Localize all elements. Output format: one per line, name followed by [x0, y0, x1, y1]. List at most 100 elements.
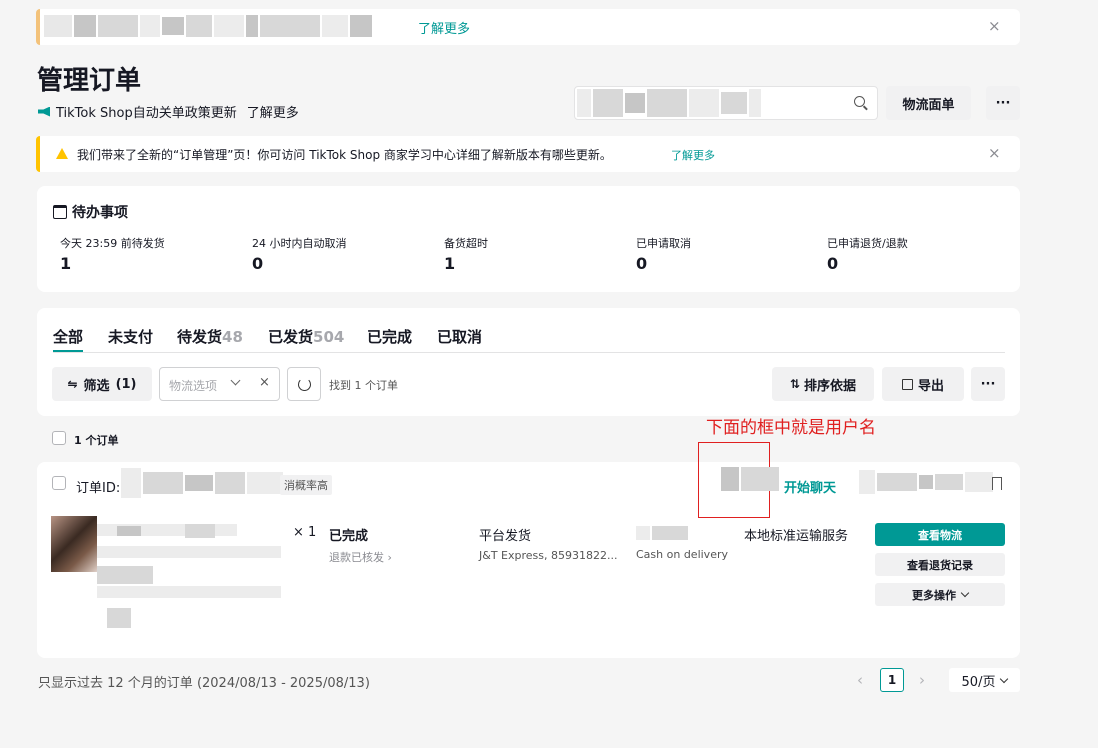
refresh-icon	[298, 378, 311, 391]
redacted-search-value	[577, 89, 761, 117]
found-count-text: 找到 1 个订单	[329, 379, 398, 392]
redacted-banner-text	[44, 15, 372, 37]
order-checkbox[interactable]	[52, 476, 66, 490]
sort-label: 排序依据	[804, 378, 857, 394]
stat-label-stock-overdue[interactable]: 备货超时	[444, 235, 488, 251]
payment-method: Cash on delivery	[636, 548, 728, 561]
export-button[interactable]: 导出	[882, 367, 964, 401]
tab-to-ship[interactable]: 待发货48	[177, 326, 243, 347]
sliders-icon: ⇋	[67, 377, 78, 391]
tab-cancelled[interactable]: 已取消	[437, 326, 482, 347]
prev-page-button[interactable]: ‹	[848, 668, 872, 692]
redacted-order-id	[121, 468, 283, 498]
stat-value-auto-cancel[interactable]: 0	[252, 254, 263, 273]
sort-button[interactable]: ⇅ 排序依据	[772, 367, 874, 401]
stat-label-auto-cancel[interactable]: 24 小时内自动取消	[252, 235, 347, 251]
search-icon-handle	[863, 105, 868, 111]
policy-text: TikTok Shop自动关单政策更新	[56, 106, 237, 121]
page-size-select[interactable]: 50/页	[949, 668, 1020, 692]
carrier-tracking: J&T Express, 85931822...	[479, 549, 618, 562]
view-return-record-button[interactable]: 查看退货记录	[875, 553, 1005, 576]
redacted-shop-info	[859, 470, 993, 494]
tab-cancelled-label: 已取消	[437, 328, 483, 346]
filter-button[interactable]: ⇋ 筛选 (1)	[52, 367, 152, 401]
chevron-down-icon	[960, 588, 970, 598]
redacted-username	[721, 467, 779, 491]
tab-to-ship-label: 待发货	[177, 328, 223, 346]
filter-label: 筛选	[83, 378, 110, 394]
page-size-label: 50/页	[961, 674, 996, 690]
product-quantity: × 1	[293, 525, 317, 540]
stat-label-ship-today[interactable]: 今天 23:59 前待发货	[60, 235, 165, 251]
order-status: 已完成	[329, 529, 369, 544]
annotation-text: 下面的框中就是用户名	[706, 418, 876, 438]
stat-value-refund-requested[interactable]: 0	[827, 254, 838, 273]
tab-completed[interactable]: 已完成	[367, 326, 412, 347]
policy-row: TikTok Shop自动关单政策更新 了解更多	[38, 102, 299, 121]
tab-to-ship-count: 48	[222, 328, 243, 346]
tab-unpaid[interactable]: 未支付	[108, 326, 153, 347]
view-logistics-button[interactable]: 查看物流	[875, 523, 1005, 546]
stat-value-ship-today[interactable]: 1	[60, 254, 71, 273]
orders-filter-card: 全部 未支付 待发货48 已发货504 已完成 已取消 ⇋ 筛选 (1) 物流选…	[37, 308, 1020, 416]
warning-icon	[56, 148, 68, 159]
refund-status-link[interactable]: 退款已核发 ›	[329, 549, 392, 565]
search-input[interactable]	[574, 86, 878, 120]
export-icon	[901, 378, 913, 390]
risk-badge: 消概率高	[280, 475, 332, 495]
tab-completed-label: 已完成	[367, 328, 413, 346]
filter-count: (1)	[115, 376, 137, 392]
tabs-divider	[53, 352, 1005, 353]
stat-value-cancel-requested[interactable]: 0	[636, 254, 647, 273]
toolbar-more-button[interactable]: ···	[971, 367, 1005, 401]
export-label: 导出	[917, 378, 944, 394]
header-more-button[interactable]: ···	[986, 86, 1020, 120]
notice-close-icon[interactable]: ×	[988, 144, 1001, 162]
policy-learn-more-link[interactable]: 了解更多	[247, 102, 299, 121]
top-banner: 了解更多 ×	[36, 9, 1020, 45]
notice-text: 我们带来了全新的“订单管理”页！你可访问 TikTok Shop 商家学习中心详…	[77, 148, 612, 162]
logistics-label-button[interactable]: 物流面单	[886, 86, 971, 120]
todo-header: 待办事项	[53, 202, 128, 222]
redacted-product-info	[97, 520, 287, 630]
banner-learn-more-link[interactable]: 了解更多	[418, 18, 470, 37]
todo-card: 待办事项 今天 23:59 前待发货 1 24 小时内自动取消 0 备货超时 1…	[37, 186, 1020, 292]
tab-all-label: 全部	[53, 328, 84, 346]
stat-label-refund-requested[interactable]: 已申请退货/退款	[827, 235, 908, 251]
stat-label-cancel-requested[interactable]: 已申请取消	[636, 235, 691, 251]
tab-shipped-count: 504	[313, 328, 345, 346]
notice-accent-bar	[36, 136, 40, 172]
clear-icon[interactable]: ×	[259, 375, 270, 390]
banner-accent-bar	[36, 9, 40, 45]
page-title: 管理订单	[37, 66, 142, 96]
start-chat-link[interactable]: 开始聊天	[784, 477, 836, 496]
banner-close-icon[interactable]: ×	[988, 17, 1001, 35]
megaphone-icon	[38, 106, 50, 117]
chevron-down-icon	[1000, 674, 1009, 683]
todo-title: 待办事项	[72, 205, 128, 221]
logistics-select-placeholder: 物流选项	[169, 379, 218, 393]
more-actions-label: 更多操作	[912, 588, 956, 602]
selected-count-label: 1 个订单	[74, 434, 119, 447]
next-page-button[interactable]: ›	[910, 668, 934, 692]
order-id-label: 订单ID:	[76, 481, 121, 496]
chevron-down-icon	[230, 375, 241, 386]
tab-shipped-label: 已发货	[268, 328, 314, 346]
page-number-1[interactable]: 1	[880, 668, 904, 692]
order-card: 订单ID: 消概率高 开始聊天 × 1 已完成 退款已核发 › 平台发货 J&T…	[37, 442, 1020, 658]
sort-icon: ⇅	[789, 377, 801, 391]
reset-button[interactable]	[287, 367, 321, 401]
notice-banner: 我们带来了全新的“订单管理”页！你可访问 TikTok Shop 商家学习中心详…	[36, 136, 1020, 172]
tab-shipped[interactable]: 已发货504	[268, 326, 344, 347]
logistics-select[interactable]: 物流选项 ×	[159, 367, 280, 401]
stat-value-stock-overdue[interactable]: 1	[444, 254, 455, 273]
redacted-amount	[636, 526, 688, 540]
more-actions-button[interactable]: 更多操作	[875, 583, 1005, 606]
tab-all[interactable]: 全部	[53, 326, 83, 347]
history-range-note: 只显示过去 12 个月的订单 (2024/08/13 - 2025/08/13)	[38, 676, 370, 691]
select-all-checkbox[interactable]	[52, 431, 66, 445]
tab-unpaid-label: 未支付	[108, 328, 154, 346]
product-thumbnail	[51, 516, 97, 572]
bookmark-icon[interactable]	[992, 477, 1002, 490]
notice-learn-more-link[interactable]: 了解更多	[671, 147, 715, 163]
